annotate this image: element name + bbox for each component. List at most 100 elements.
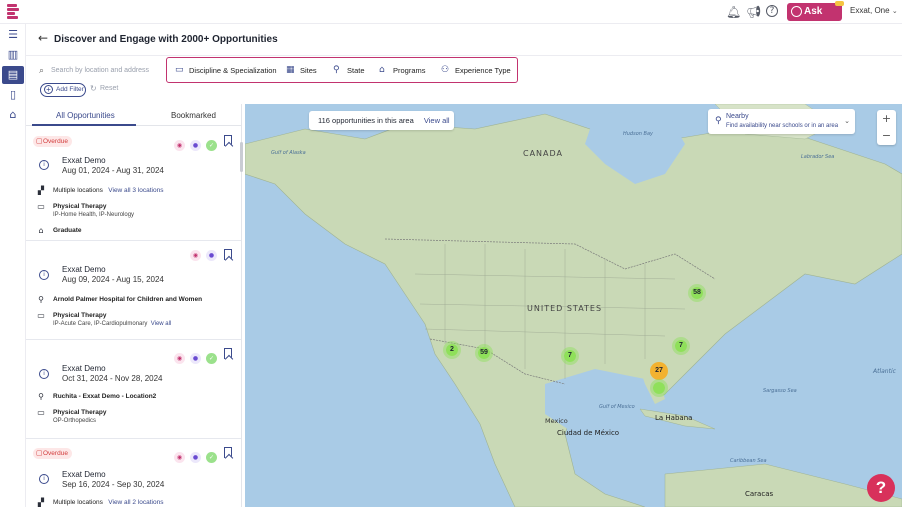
nearby-dropdown[interactable]: ⚲ Nearby Find availability near schools … xyxy=(708,109,855,134)
tab-all-opportunities[interactable]: All Opportunities xyxy=(56,111,115,120)
map-cluster[interactable]: 7 xyxy=(561,347,579,365)
plus-icon: + xyxy=(44,85,53,94)
org-name: Exxat Demo xyxy=(62,470,106,479)
zoom-out-button[interactable]: − xyxy=(877,127,896,144)
map-cluster[interactable]: 7 xyxy=(672,337,690,355)
zoom-in-button[interactable]: + xyxy=(877,110,896,127)
eye-icon: ◉ xyxy=(174,452,185,463)
filter-label: Experience Type xyxy=(455,66,511,75)
bookmark-icon[interactable] xyxy=(224,447,232,458)
people-icon: ⚇ xyxy=(441,65,450,75)
list-scrollbar[interactable] xyxy=(240,142,243,172)
label-cdmx: Ciudad de México xyxy=(557,429,620,437)
menu-icon[interactable]: ☰ xyxy=(2,26,24,44)
opportunity-card[interactable]: ◉ ● ✓ i Exxat Demo Oct 31, 2024 - Nov 28… xyxy=(26,348,241,439)
org-logo-icon: i xyxy=(39,160,49,170)
user-icon: ● xyxy=(190,353,201,364)
back-arrow-icon[interactable]: ← xyxy=(38,31,48,45)
label-caribbean-sea: Caribbean Sea xyxy=(730,458,767,464)
user-icon: ● xyxy=(206,250,217,261)
megaphone-icon[interactable]: 📢︎ xyxy=(746,5,761,19)
label-caracas: Caracas xyxy=(745,490,774,498)
ask-leo-button[interactable]: Ask Leo xyxy=(787,3,842,35)
reset-icon: ↻ xyxy=(90,84,97,93)
date-range: Aug 01, 2024 - Aug 31, 2024 xyxy=(62,166,164,175)
level: Graduate xyxy=(53,227,82,234)
bookmark-icon[interactable] xyxy=(224,348,232,359)
overdue-label: Overdue xyxy=(43,138,68,145)
location-row: Multiple locations View all 2 locations xyxy=(53,499,164,506)
graduation-icon: ⌂ xyxy=(38,226,44,235)
specialization: IP-Acute Care, IP-Cardiopulmonary View a… xyxy=(53,321,172,327)
opportunity-map[interactable]: CANADA UNITED STATES Mexico Ciudad de Mé… xyxy=(245,104,902,507)
location-pin-icon: ⚲ xyxy=(38,295,44,304)
filter-label: Sites xyxy=(300,66,317,75)
card-badges: ◉ ● ✓ xyxy=(166,447,236,463)
view-all-link[interactable]: View all xyxy=(424,116,450,125)
bell-icon[interactable]: 🔔︎ xyxy=(726,5,741,19)
file-icon[interactable]: ▯ xyxy=(2,86,24,104)
card-badges: ◉ ● xyxy=(182,249,236,262)
graduation-icon[interactable]: ⌂ xyxy=(2,106,24,124)
opportunity-card[interactable]: ▢ Overdue ◉ ● ✓ i Exxat Demo Aug 01, 202… xyxy=(26,135,241,241)
user-icon: ● xyxy=(190,140,201,151)
search-input[interactable]: ⌕ Search by location and address xyxy=(39,65,167,79)
filter-programs[interactable]: ⌂ Programs xyxy=(379,64,426,77)
org-logo-icon: i xyxy=(39,474,49,484)
user-menu[interactable]: Exxat, One ⌄ xyxy=(850,6,898,15)
reset-button[interactable]: ↻ Reset xyxy=(90,84,119,93)
specialization: IP-Home Health, IP-Neurology xyxy=(53,212,135,218)
active-tab-indicator xyxy=(32,124,136,126)
map-cluster[interactable]: 59 xyxy=(475,344,493,362)
leo-icon xyxy=(791,6,802,17)
add-filter-label: Add Filter xyxy=(56,86,84,93)
org-name: Exxat Demo xyxy=(62,265,106,274)
book-icon: ▭ xyxy=(37,202,45,211)
search-placeholder: Search by location and address xyxy=(51,67,150,74)
calendar-icon: ▢ xyxy=(36,137,43,145)
document-icon[interactable]: ▤ xyxy=(2,66,24,84)
location-pin-icon: ⚲ xyxy=(715,116,722,126)
map-icon: ▞ xyxy=(37,498,45,507)
location-name: Arnold Palmer Hospital for Children and … xyxy=(53,296,203,303)
bookmark-icon[interactable] xyxy=(224,249,232,260)
overdue-label: Overdue xyxy=(43,450,68,457)
check-icon: ✓ xyxy=(206,452,217,463)
view-locations-link[interactable]: View all 3 locations xyxy=(108,187,163,194)
graduation-icon: ⌂ xyxy=(379,65,385,75)
filter-discipline[interactable]: ▭ Discipline & Specialization xyxy=(175,64,277,77)
help-button[interactable]: ? xyxy=(867,474,895,502)
zoom-control: + − xyxy=(877,110,896,145)
filter-sites[interactable]: ▦ Sites xyxy=(286,64,317,77)
search-icon: ⌕ xyxy=(39,66,45,76)
bookmark-icon[interactable] xyxy=(224,135,232,146)
add-filter-button[interactable]: + Add Filter xyxy=(40,83,86,97)
filter-state[interactable]: ⚲ State xyxy=(333,64,365,77)
nav-rail: ☰ ▥ ▤ ▯ ⌂ xyxy=(0,24,26,507)
label-sargasso-sea: Sargasso Sea xyxy=(763,388,797,394)
map-cluster[interactable]: 2 xyxy=(443,341,461,359)
analytics-icon[interactable]: ▥ xyxy=(2,46,24,64)
user-name: Exxat, One xyxy=(850,6,890,15)
reset-label: Reset xyxy=(100,85,119,92)
location-pin-icon: ⚲ xyxy=(333,65,340,75)
opportunity-card[interactable]: ▢ Overdue ◉ ● ✓ i Exxat Demo Sep 16, 202… xyxy=(26,447,241,507)
book-icon: ▭ xyxy=(175,65,184,75)
user-icon: ● xyxy=(190,452,201,463)
view-all-link[interactable]: View all xyxy=(151,321,172,327)
map-cluster[interactable]: 58 xyxy=(688,284,706,302)
overdue-badge: ▢ Overdue xyxy=(33,136,72,147)
opportunity-card[interactable]: ◉ ● i Exxat Demo Aug 09, 2024 - Aug 15, … xyxy=(26,249,241,340)
view-locations-link[interactable]: View all 2 locations xyxy=(108,499,163,506)
eye-icon: ◉ xyxy=(174,353,185,364)
building-icon: ▦ xyxy=(286,65,295,75)
filter-label: Discipline & Specialization xyxy=(189,66,277,75)
map-cluster[interactable]: 27 xyxy=(650,362,668,380)
eye-icon: ◉ xyxy=(174,140,185,151)
filter-experience-type[interactable]: ⚇ Experience Type xyxy=(441,64,511,77)
map-cluster-marker[interactable] xyxy=(650,379,668,397)
help-circle-icon[interactable]: ? xyxy=(766,5,778,17)
filter-bar: ▭ Discipline & Specialization ▦ Sites ⚲ … xyxy=(166,57,518,83)
tab-bookmarked[interactable]: Bookmarked xyxy=(171,111,216,120)
exxat-logo-icon[interactable] xyxy=(7,4,19,20)
